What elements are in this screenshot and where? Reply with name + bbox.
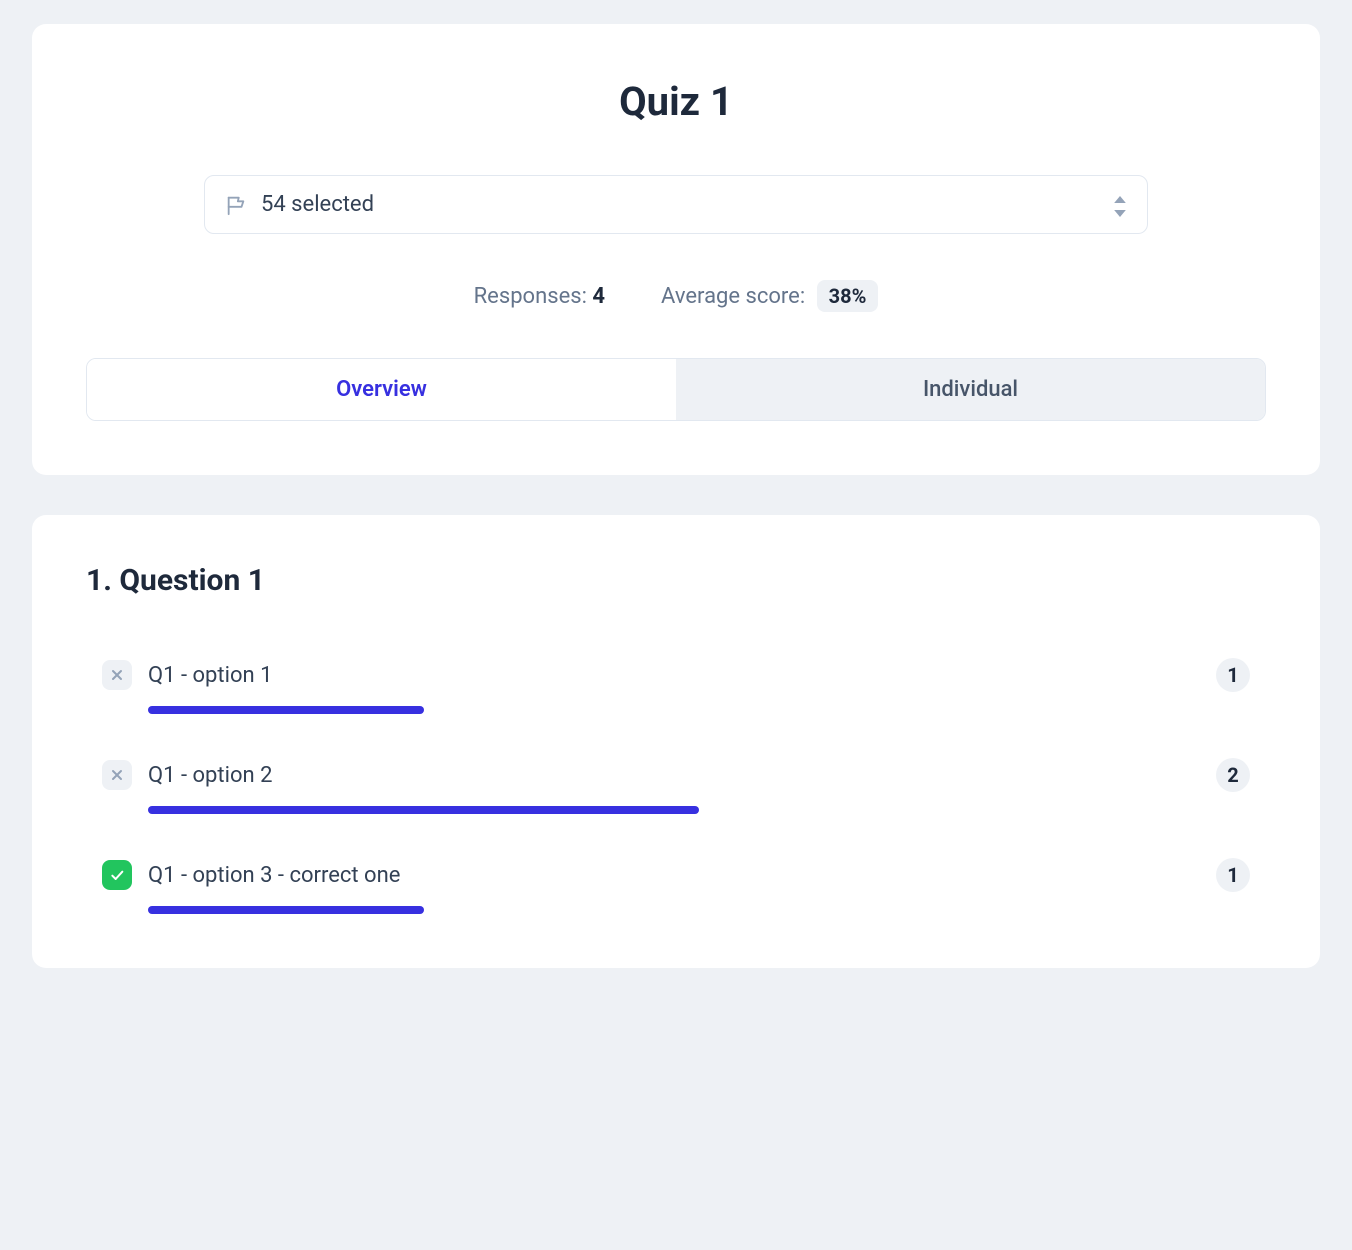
option-bar [148, 706, 1250, 714]
avgscore-value: 38% [817, 280, 879, 312]
x-icon [102, 660, 132, 690]
option-row: Q1 - option 3 - correct one1 [86, 858, 1266, 892]
option-group: Q1 - option 22 [86, 758, 1266, 814]
avgscore-label: Average score: [661, 284, 811, 309]
tab-overview[interactable]: Overview [87, 359, 676, 420]
quiz-summary-card: Quiz 1 54 selected Responses: 4 Average … [32, 24, 1320, 475]
option-bar-fill [148, 806, 699, 814]
option-bar [148, 806, 1250, 814]
responses-stat: Responses: 4 [474, 284, 605, 309]
check-icon [102, 860, 132, 890]
option-count-badge: 2 [1216, 758, 1250, 792]
options-list: Q1 - option 11Q1 - option 22Q1 - option … [86, 658, 1266, 914]
responses-value: 4 [592, 284, 605, 309]
x-icon [102, 760, 132, 790]
responses-label: Responses: [474, 284, 593, 309]
option-label: Q1 - option 1 [148, 663, 1216, 688]
flag-icon [225, 194, 247, 216]
option-row: Q1 - option 22 [86, 758, 1266, 792]
question-card: 1. Question 1 Q1 - option 11Q1 - option … [32, 515, 1320, 968]
option-bar-fill [148, 706, 424, 714]
option-count-badge: 1 [1216, 658, 1250, 692]
option-count-badge: 1 [1216, 858, 1250, 892]
option-label: Q1 - option 2 [148, 763, 1216, 788]
option-group: Q1 - option 3 - correct one1 [86, 858, 1266, 914]
tabs: Overview Individual [86, 358, 1266, 421]
option-group: Q1 - option 11 [86, 658, 1266, 714]
avgscore-stat: Average score: 38% [661, 280, 878, 312]
tab-individual[interactable]: Individual [676, 359, 1265, 420]
selection-label: 54 selected [261, 192, 1113, 217]
stats-row: Responses: 4 Average score: 38% [86, 280, 1266, 312]
page-title: Quiz 1 [86, 78, 1266, 125]
question-title: 1. Question 1 [86, 563, 1266, 598]
chevron-up-down-icon [1113, 196, 1127, 214]
option-bar [148, 906, 1250, 914]
option-bar-fill [148, 906, 424, 914]
option-row: Q1 - option 11 [86, 658, 1266, 692]
selection-dropdown[interactable]: 54 selected [204, 175, 1148, 234]
option-label: Q1 - option 3 - correct one [148, 863, 1216, 888]
